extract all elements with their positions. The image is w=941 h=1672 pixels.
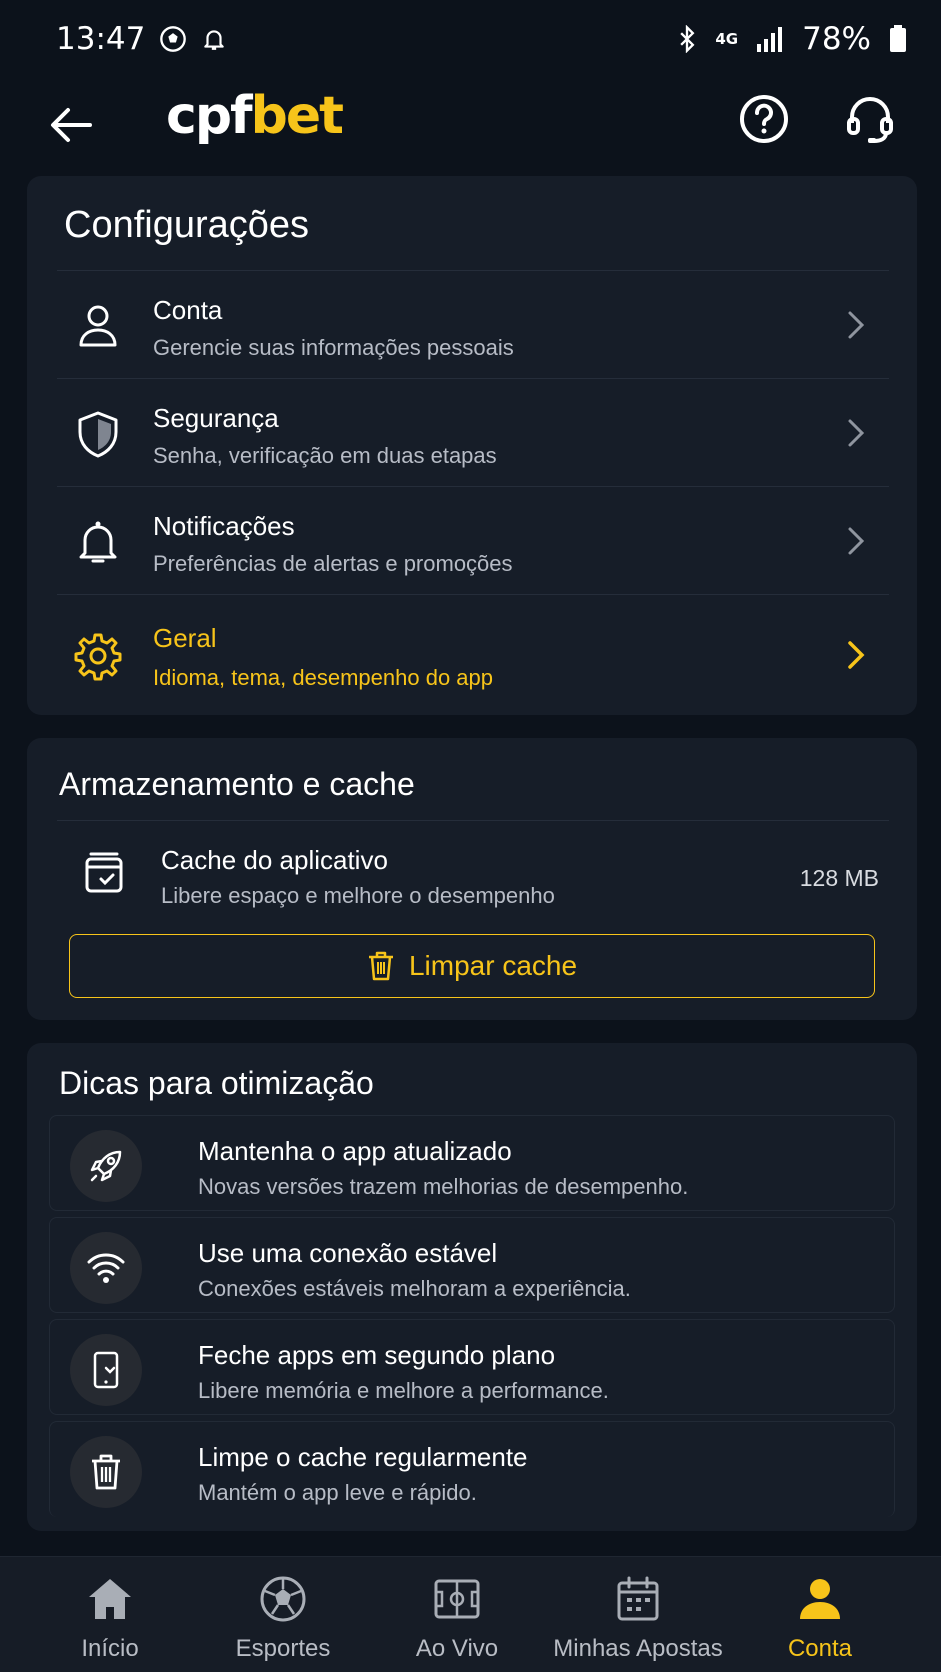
help-button[interactable]	[738, 93, 790, 145]
tip-item: Use uma conexão estável Conexões estávei…	[49, 1217, 895, 1313]
arrow-left-icon	[51, 108, 92, 142]
network-type: 4G	[715, 30, 739, 48]
rocket-icon	[70, 1130, 142, 1202]
status-bar: 13:47 4G 78%	[0, 0, 941, 78]
storage-card: Armazenamento e cache Cache do aplicativ…	[27, 738, 917, 1020]
nav-label: Ao Vivo	[415, 1635, 499, 1662]
nav-label: Início	[81, 1635, 139, 1662]
tip-description: Novas versões trazem melhorias de desemp…	[198, 1174, 689, 1199]
cache-box-icon	[85, 852, 123, 893]
brand-logo: cpfbet	[166, 86, 344, 146]
home-icon	[89, 1579, 131, 1619]
settings-card: Configurações Conta Gerencie suas inform…	[27, 176, 917, 715]
settings-item-label: Conta	[153, 295, 223, 325]
settings-item-geral[interactable]: Geral Idioma, tema, desempenho do app	[57, 594, 889, 710]
nav-label: Minhas Apostas	[553, 1635, 723, 1662]
wifi-icon	[70, 1232, 142, 1304]
clear-cache-label: Limpar cache	[408, 950, 578, 981]
soccer-ball-icon	[260, 1576, 306, 1622]
gear-icon	[74, 633, 122, 681]
nav-label: Conta	[787, 1635, 853, 1662]
trash-icon	[368, 951, 393, 981]
tips-card: Dicas para otimização Mantenha o app atu…	[27, 1043, 917, 1531]
cache-description: Libere espaço e melhore o desempenho	[161, 883, 555, 908]
tip-description: Mantém o app leve e rápido.	[198, 1480, 477, 1505]
user-icon	[800, 1579, 840, 1619]
back-button[interactable]	[44, 98, 98, 152]
nav-ao-vivo[interactable]: Ao Vivo	[400, 1557, 514, 1672]
tip-description: Conexões estáveis melhoram a experiência…	[198, 1276, 631, 1301]
soccer-ball-icon	[159, 25, 187, 53]
chevron-right-icon	[848, 527, 865, 555]
bell-icon	[201, 25, 227, 53]
user-icon	[79, 305, 117, 347]
bluetooth-icon	[677, 25, 697, 53]
bell-icon	[79, 521, 117, 563]
tip-title: Limpe o cache regularmente	[198, 1442, 528, 1472]
nav-conta[interactable]: Conta	[770, 1557, 870, 1672]
tip-description: Libere memória e melhore a performance.	[198, 1378, 609, 1403]
app-cache-row: Cache do aplicativo Libere espaço e melh…	[57, 820, 889, 924]
battery-percent: 78%	[802, 21, 871, 57]
nav-esportes[interactable]: Esportes	[222, 1557, 344, 1672]
nav-minhas-apostas[interactable]: Minhas Apostas	[548, 1557, 728, 1672]
tip-title: Use uma conexão estável	[198, 1238, 498, 1268]
field-icon	[434, 1579, 480, 1619]
bottom-nav: Início Esportes Ao Vivo Minhas Apostas C…	[0, 1556, 941, 1672]
shield-icon	[78, 411, 118, 458]
settings-title: Configurações	[64, 204, 310, 246]
chevron-right-icon	[848, 311, 865, 339]
settings-item-description: Idioma, tema, desempenho do app	[153, 665, 494, 690]
tip-title: Feche apps em segundo plano	[198, 1340, 556, 1370]
battery-icon	[889, 25, 907, 53]
chevron-right-icon	[848, 641, 865, 669]
support-button[interactable]	[844, 93, 896, 145]
settings-item-notificacoes[interactable]: Notificações Preferências de alertas e p…	[57, 486, 889, 594]
trash-icon	[70, 1436, 142, 1508]
clear-cache-button[interactable]: Limpar cache	[69, 934, 875, 998]
cache-size: 128 MB	[799, 865, 879, 891]
nav-label: Esportes	[235, 1635, 331, 1662]
settings-item-label: Notificações	[153, 511, 295, 541]
settings-item-description: Senha, verificação em duas etapas	[153, 443, 497, 468]
calendar-icon	[617, 1576, 659, 1621]
tips-title: Dicas para otimização	[59, 1065, 374, 1101]
headset-icon	[847, 97, 893, 143]
settings-item-label: Geral	[153, 623, 217, 653]
tip-item: Limpe o cache regularmente Mantém o app …	[49, 1421, 895, 1517]
nav-inicio[interactable]: Início	[62, 1557, 158, 1672]
settings-item-label: Segurança	[153, 403, 279, 433]
settings-item-description: Preferências de alertas e promoções	[153, 551, 513, 576]
signal-icon	[756, 26, 784, 52]
storage-title: Armazenamento e cache	[59, 766, 415, 802]
settings-item-description: Gerencie suas informações pessoais	[153, 335, 514, 360]
chevron-right-icon	[848, 419, 865, 447]
tip-item: Feche apps em segundo plano Libere memór…	[49, 1319, 895, 1415]
question-circle-icon	[740, 95, 788, 143]
tip-title: Mantenha o app atualizado	[198, 1136, 512, 1166]
app-header: cpfbet	[0, 78, 941, 174]
settings-item-seguranca[interactable]: Segurança Senha, verificação em duas eta…	[57, 378, 889, 486]
cache-title: Cache do aplicativo	[161, 845, 388, 875]
status-time: 13:47	[56, 21, 146, 57]
settings-item-conta[interactable]: Conta Gerencie suas informações pessoais	[57, 270, 889, 378]
tip-item: Mantenha o app atualizado Novas versões …	[49, 1115, 895, 1211]
phone-icon	[70, 1334, 142, 1406]
